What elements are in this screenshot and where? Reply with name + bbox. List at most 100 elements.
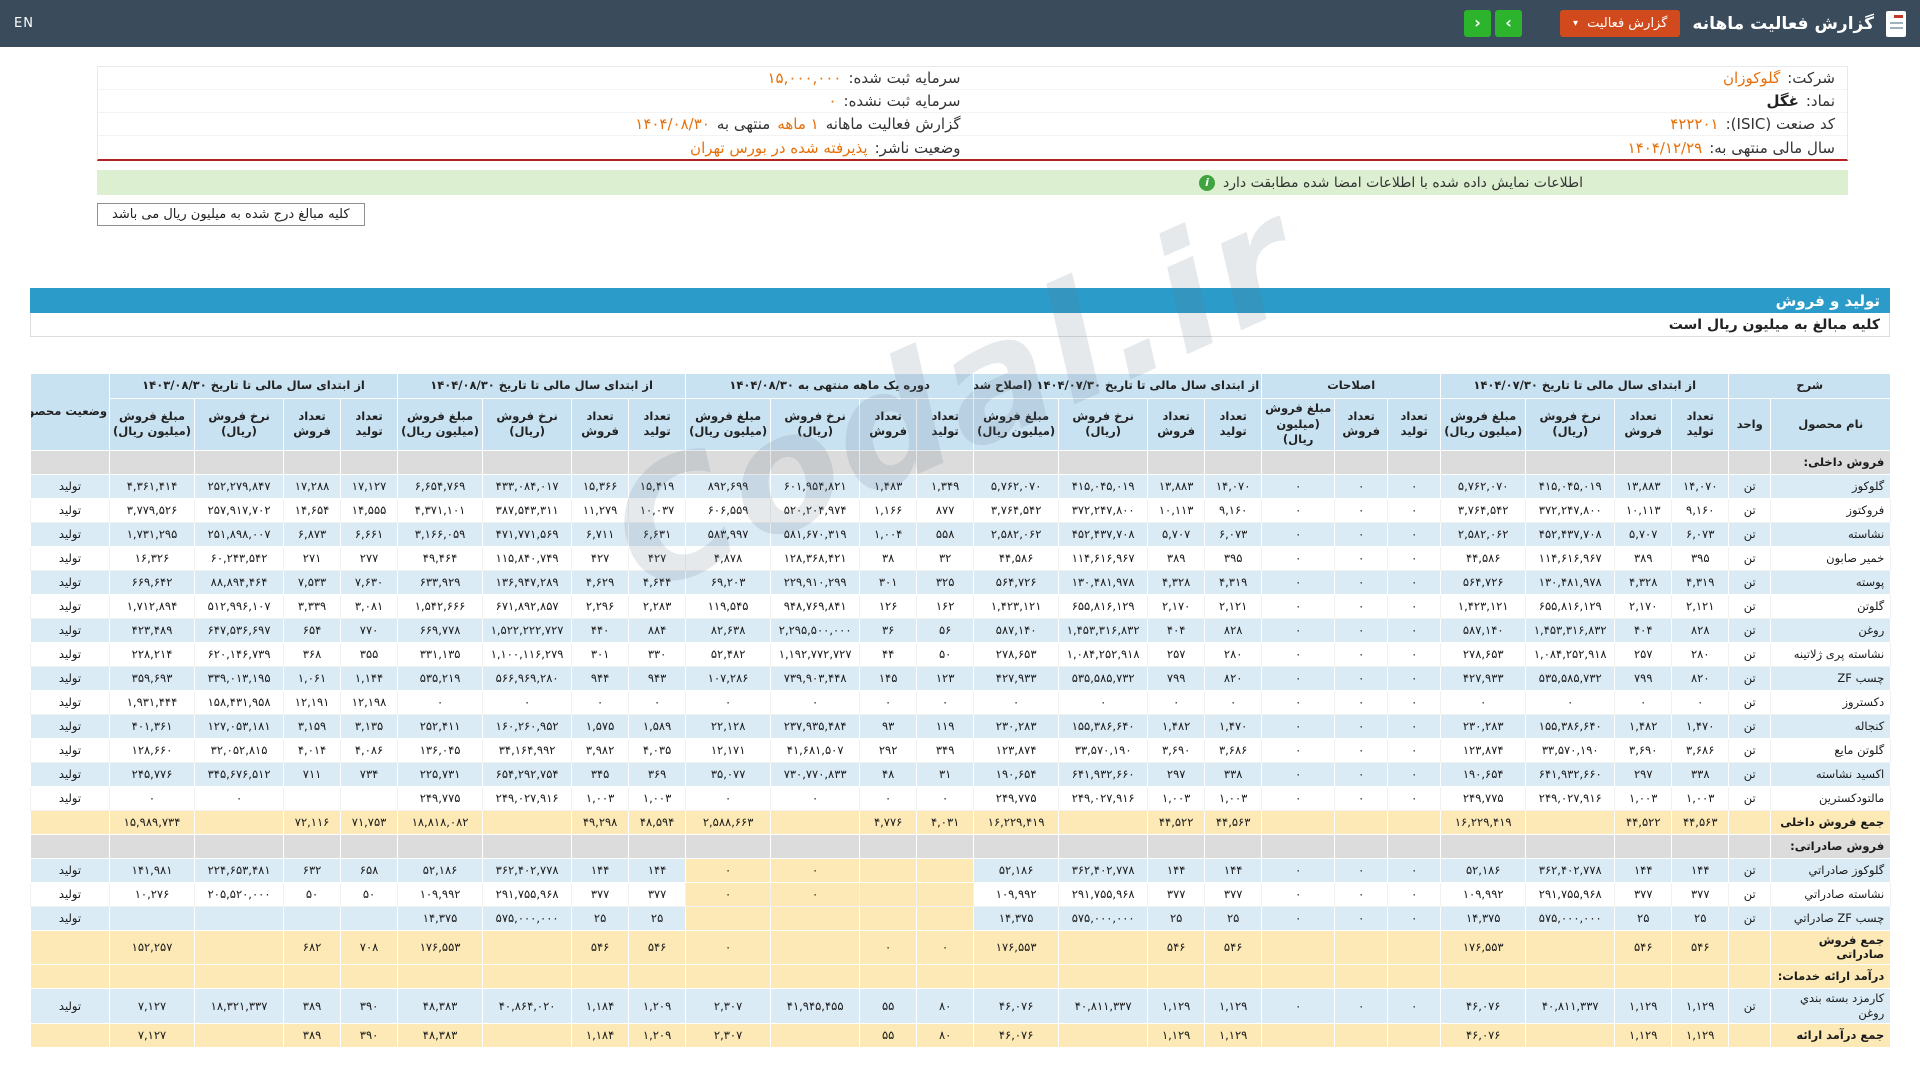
info-value: ۱۵,۰۰۰,۰۰۰ (767, 69, 842, 87)
unit-cell: تن (1728, 473, 1772, 499)
product-name-cell: کارمزد بسته بندي روغن (1770, 988, 1892, 1025)
table-cell (1387, 929, 1442, 966)
table-cell: ۰ (108, 785, 196, 811)
table-cell: ۲۲۵,۷۳۱ (397, 761, 484, 787)
info-value: ۴۲۲۲۰۱ (1670, 115, 1719, 133)
header-cell: تعداد تولید (1671, 398, 1730, 451)
table-cell: ۰ (685, 785, 772, 811)
table-cell: ۰ (1261, 988, 1336, 1025)
table-cell: ۵۰ (283, 881, 342, 907)
table-row: دکستروز تن ۰ ۰ ۰ ۰ ۰ ۰ ۰ ۰ ۰ ۰ ۰ ۰ ۰ ۰ ۰ ۰ ۰ ۰ ۰ ۱۲,۱۹۸ ۱۲,۱۹۱… (30, 689, 1892, 715)
table-cell: ۶۸۲ (283, 929, 342, 966)
info-value: ۱۴۰۴/۱۲/۲۹ (1627, 138, 1703, 157)
table-cell: ۳۸۹ (1614, 545, 1673, 571)
product-name-cell: نشاسته پری ژلاتینه (1770, 641, 1892, 667)
table-cell (482, 964, 573, 990)
table-cell (194, 929, 285, 966)
report-type-dropdown[interactable]: گزارش فعالیت ▾ (1560, 10, 1681, 37)
status-cell: تولید (30, 881, 110, 907)
table-cell: ۰ (1334, 881, 1389, 907)
table-cell: ۰ (1671, 689, 1730, 715)
table-cell: ۱,۴۲۳,۱۲۱ (973, 593, 1060, 619)
table-cell: ۸۰ (916, 988, 975, 1025)
table-cell (194, 449, 285, 475)
unit-cell: تن (1728, 641, 1772, 667)
table-cell: ۰ (1261, 689, 1336, 715)
table-cell: ۳۸۹ (1147, 545, 1206, 571)
section-row: فروش صادراتی: (30, 833, 1892, 859)
table-cell: ۱,۱۸۴ (571, 988, 630, 1025)
product-name-cell: گلوتن مایع (1770, 737, 1892, 763)
table-cell (628, 964, 687, 990)
header-cell: نرخ فروش (ریال) (194, 398, 285, 451)
unit-cell: تن (1728, 737, 1772, 763)
table-cell: ۴۹,۴۶۴ (397, 545, 484, 571)
table-cell: ۵۲,۴۸۲ (685, 641, 772, 667)
table-cell (1147, 964, 1206, 990)
table-cell (685, 964, 772, 990)
table-cell: ۱۱۴,۶۱۶,۹۶۷ (1058, 545, 1149, 571)
table-cell: ۵۴۶ (628, 929, 687, 966)
table-cell: ۰ (1261, 545, 1336, 571)
table-cell: ۸۲۸ (1671, 617, 1730, 643)
table-cell (1614, 449, 1673, 475)
section-row: درآمد ارائه خدمات: (30, 964, 1892, 990)
table-cell: ۲۷۷ (340, 545, 399, 571)
table-cell: ۲,۵۸۲,۰۶۲ (1440, 521, 1527, 547)
table-cell (1334, 833, 1389, 859)
table-cell: ۱۴۴ (1671, 857, 1730, 883)
table-cell: ۲,۲۹۵,۵۰۰,۰۰۰ (770, 617, 861, 643)
next-report-button[interactable]: › (1495, 10, 1523, 37)
table-row: جمع فروش صادراتی ۵۴۶ ۵۴۶ ۱۷۶,۵۵۳ ۵۴۶ ۵۴۶ ۱۷۶,۵… (30, 929, 1892, 966)
info-label: وضعیت ناشر: (874, 138, 961, 157)
previous-report-button[interactable]: ‹ (1464, 10, 1492, 37)
table-cell: ۰ (1261, 641, 1336, 667)
table-cell: ۱,۵۲۲,۲۲۲,۷۲۷ (482, 617, 573, 643)
table-cell (482, 833, 573, 859)
table-cell: ۳۶۲,۴۰۲,۷۷۸ (1525, 857, 1616, 883)
table-cell (1525, 964, 1616, 990)
unit-cell: تن (1728, 713, 1772, 739)
table-cell: ۳۳,۵۷۰,۱۹۰ (1058, 737, 1149, 763)
table-cell: ۳۹۵ (1671, 545, 1730, 571)
info-label: سال مالی منتهی به: (1709, 138, 1835, 157)
table-cell (30, 833, 110, 859)
table-cell: ۴,۳۷۱,۱۰۱ (397, 497, 484, 523)
table-cell: ۳۳۸ (1671, 761, 1730, 787)
unit-cell (1728, 1023, 1772, 1049)
table-cell (1671, 964, 1730, 990)
table-row: نشاسته پری ژلاتینه تن ۲۸۰ ۲۵۷ ۱,۰۸۴,۲۵۲,۹۱۸ ۲… (30, 641, 1892, 667)
table-cell: ۴۶,۰۷۶ (973, 988, 1060, 1025)
table-cell: ۴۴,۵۲۲ (1614, 809, 1673, 835)
table-cell: ۲,۱۷۰ (1147, 593, 1206, 619)
table-cell (30, 449, 110, 475)
table-cell (397, 833, 484, 859)
table-cell: ۱,۱۲۹ (1614, 1023, 1673, 1049)
table-cell: ۳۴۹ (916, 737, 975, 763)
table-cell: ۱,۱۰۰,۱۱۶,۲۷۹ (482, 641, 573, 667)
language-toggle[interactable]: EN (14, 16, 34, 31)
table-cell: ۱۲۸,۳۶۸,۴۲۱ (770, 545, 861, 571)
info-col-left: سرمایه ثبت شده: ۱۵,۰۰۰,۰۰۰ سرمایه ثبت نشده… (98, 67, 973, 159)
table-cell: ۳۴۵,۶۷۶,۵۱۲ (194, 761, 285, 787)
table-cell: ۳۳۹,۰۱۳,۱۹۵ (194, 665, 285, 691)
table-cell: ۰ (1387, 569, 1442, 595)
table-cell (1334, 1023, 1389, 1049)
status-cell: تولید (30, 545, 110, 571)
table-cell (1728, 449, 1772, 475)
table-cell: ۳۸۹ (283, 988, 342, 1025)
table-cell: ۷,۵۳۳ (283, 569, 342, 595)
table-cell: ۵۰ (340, 881, 399, 907)
table-cell: ۱۴۴ (1614, 857, 1673, 883)
table-cell: ۱,۰۰۳ (1671, 785, 1730, 811)
table-cell: ۱,۱۴۴ (340, 665, 399, 691)
unit-cell (1728, 929, 1772, 966)
info-label: نماد: (1805, 92, 1835, 110)
note-box-row: کلیه مبالغ درج شده به میلیون ریال می باش… (97, 203, 1848, 226)
table-cell: ۷۷۰ (340, 617, 399, 643)
table-cell (571, 833, 630, 859)
table-cell: ۰ (1261, 521, 1336, 547)
table-cell: ۴۱۵,۰۴۵,۰۱۹ (1525, 473, 1616, 499)
table-cell: ۵۵ (859, 1023, 918, 1049)
info-row: گزارش فعالیت ماهانه ۱ ماهه منتهی به ۱۴۰۴… (98, 113, 973, 136)
